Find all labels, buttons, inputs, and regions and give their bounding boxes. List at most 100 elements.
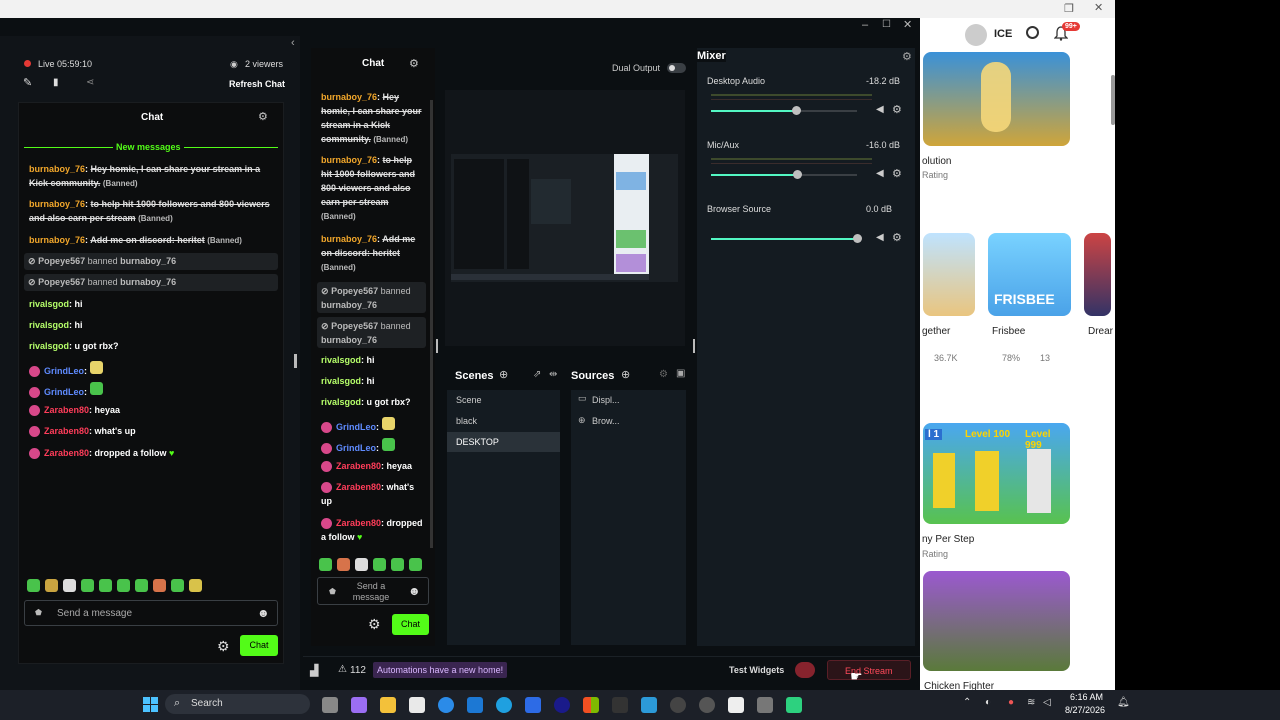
wifi-icon[interactable]: ≋ — [1027, 697, 1035, 708]
resize-handle[interactable] — [693, 339, 695, 353]
emoji-icon[interactable]: ☻ — [257, 606, 270, 620]
chat-username[interactable]: burnaboy_76 — [29, 235, 85, 245]
clock-time[interactable]: 6:16 AM — [1070, 692, 1103, 702]
channel-settings-icon[interactable]: ⚙ — [892, 103, 902, 116]
emote-icon[interactable] — [337, 558, 350, 571]
game-thumbnail[interactable]: l 1 Level 100 Level 999 — [923, 423, 1070, 524]
channel-settings-icon[interactable]: ⚙ — [892, 231, 902, 244]
chat-username[interactable]: Zaraben80 — [44, 405, 89, 415]
calendar-icon[interactable] — [409, 697, 425, 713]
emote-icon[interactable] — [319, 558, 332, 571]
app-icon[interactable] — [525, 697, 541, 713]
search-label[interactable]: Search — [191, 698, 223, 709]
dual-output-toggle[interactable] — [667, 63, 686, 73]
chat-username[interactable]: GrindLeo — [44, 387, 84, 397]
preview-screen[interactable] — [451, 154, 678, 282]
volume-icon[interactable]: ◁ — [1043, 697, 1051, 708]
close-icon[interactable]: ✕ — [903, 18, 912, 31]
chat-username[interactable]: Zaraben80 — [336, 518, 381, 528]
defender-icon[interactable] — [641, 697, 657, 713]
stats-icon[interactable]: ▟ — [310, 664, 318, 677]
avatar[interactable] — [965, 24, 987, 46]
settings-icon[interactable]: ⚙ — [217, 638, 230, 655]
app-icon[interactable] — [670, 697, 686, 713]
mod-target[interactable]: burnaboy_76 — [120, 256, 176, 266]
task-view-icon[interactable] — [322, 697, 338, 713]
mod-username[interactable]: Popeye567 — [38, 277, 85, 287]
game-thumbnail[interactable] — [923, 571, 1070, 671]
clock-date[interactable]: 8/27/2026 — [1065, 705, 1105, 715]
chat-input-placeholder[interactable]: Send a message — [57, 608, 132, 619]
emote-icon[interactable] — [373, 558, 386, 571]
chat-input-box[interactable]: ⬟ Send a message ☻ — [317, 577, 429, 605]
tray-app-icon[interactable]: ◐ — [985, 697, 991, 708]
emote-icon[interactable] — [63, 579, 76, 592]
source-item[interactable]: Displ... — [592, 395, 620, 405]
scene-item[interactable]: DESKTOP — [456, 437, 499, 447]
chat-input-placeholder[interactable]: Send a message — [349, 581, 393, 603]
alert-icon[interactable]: ⚠ — [338, 664, 347, 675]
windows-start-icon[interactable] — [143, 697, 158, 712]
edge-icon[interactable] — [496, 697, 512, 713]
send-chat-button[interactable]: Chat — [240, 635, 278, 656]
chat-username[interactable]: rivalsgod — [321, 355, 361, 365]
game-thumbnail[interactable] — [923, 233, 975, 316]
emote-icon[interactable] — [391, 558, 404, 571]
mod-target[interactable]: burnaboy_76 — [321, 300, 377, 310]
outlook-icon[interactable] — [467, 697, 483, 713]
chat-username[interactable]: GrindLeo — [44, 366, 84, 376]
emote-icon[interactable] — [99, 579, 112, 592]
microphone-icon[interactable]: ● — [1008, 697, 1014, 708]
collapse-icon[interactable]: ‹ — [291, 37, 295, 49]
mod-target[interactable]: burnaboy_76 — [120, 277, 176, 287]
game-title[interactable]: Frisbee — [992, 326, 1025, 337]
notepad-icon[interactable] — [728, 697, 744, 713]
source-item[interactable]: Brow... — [592, 416, 620, 426]
edit-icon[interactable]: ✎ — [23, 76, 32, 89]
chat-username[interactable]: rivalsgod — [321, 397, 361, 407]
game-thumbnail[interactable] — [923, 52, 1070, 146]
chat-settings-icon[interactable]: ⚙ — [409, 57, 419, 70]
rec-button[interactable] — [795, 662, 815, 678]
share-icon[interactable]: ⋖ — [86, 77, 94, 88]
emote-icon[interactable] — [409, 558, 422, 571]
emoji-icon[interactable]: ☻ — [408, 584, 421, 598]
chat-username[interactable]: burnaboy_76 — [321, 155, 377, 165]
folder-icon[interactable]: ▣ — [676, 368, 685, 379]
volume-slider-knob[interactable] — [792, 106, 801, 115]
settings-gear-icon[interactable] — [757, 697, 773, 713]
streamlabs-icon[interactable] — [786, 697, 802, 713]
help-icon[interactable] — [438, 697, 454, 713]
emote-icon[interactable] — [117, 579, 130, 592]
copilot-icon[interactable] — [351, 697, 367, 713]
chat-username[interactable]: Zaraben80 — [44, 426, 89, 436]
mod-target[interactable]: burnaboy_76 — [321, 335, 377, 345]
source-settings-icon[interactable]: ⚙ — [659, 369, 668, 380]
resize-handle[interactable] — [294, 354, 297, 368]
mixer-settings-icon[interactable]: ⚙ — [902, 50, 912, 63]
chat-username[interactable]: rivalsgod — [29, 299, 69, 309]
robux-icon[interactable] — [1026, 26, 1039, 39]
scene-item[interactable]: Scene — [456, 395, 482, 405]
chat-username[interactable]: burnaboy_76 — [321, 92, 377, 102]
settings-icon[interactable] — [699, 697, 715, 713]
chat-username[interactable]: rivalsgod — [29, 320, 69, 330]
game-thumbnail[interactable] — [1084, 233, 1111, 316]
mod-username[interactable]: Popeye567 — [331, 321, 378, 331]
emote-icon[interactable] — [153, 579, 166, 592]
username[interactable]: ICE — [994, 28, 1012, 40]
chat-username[interactable]: burnaboy_76 — [321, 234, 377, 244]
scene-item[interactable]: black — [456, 416, 477, 426]
hp-icon[interactable] — [554, 697, 570, 713]
game-title[interactable]: Drear — [1088, 326, 1113, 337]
game-title[interactable]: ny Per Step — [922, 534, 974, 545]
microsoft-store-icon[interactable] — [583, 697, 599, 713]
add-scene-icon[interactable]: ⊕ — [499, 368, 508, 381]
add-source-icon[interactable]: ⊕ — [621, 368, 630, 381]
chat-settings-icon[interactable]: ⚙ — [258, 110, 268, 123]
chat-username[interactable]: Zaraben80 — [44, 448, 89, 458]
notification-bell-icon[interactable]: 🔔︎ — [1117, 697, 1130, 708]
chat-username[interactable]: burnaboy_76 — [29, 164, 85, 174]
volume-slider-knob[interactable] — [793, 170, 802, 179]
emote-icon[interactable] — [171, 579, 184, 592]
